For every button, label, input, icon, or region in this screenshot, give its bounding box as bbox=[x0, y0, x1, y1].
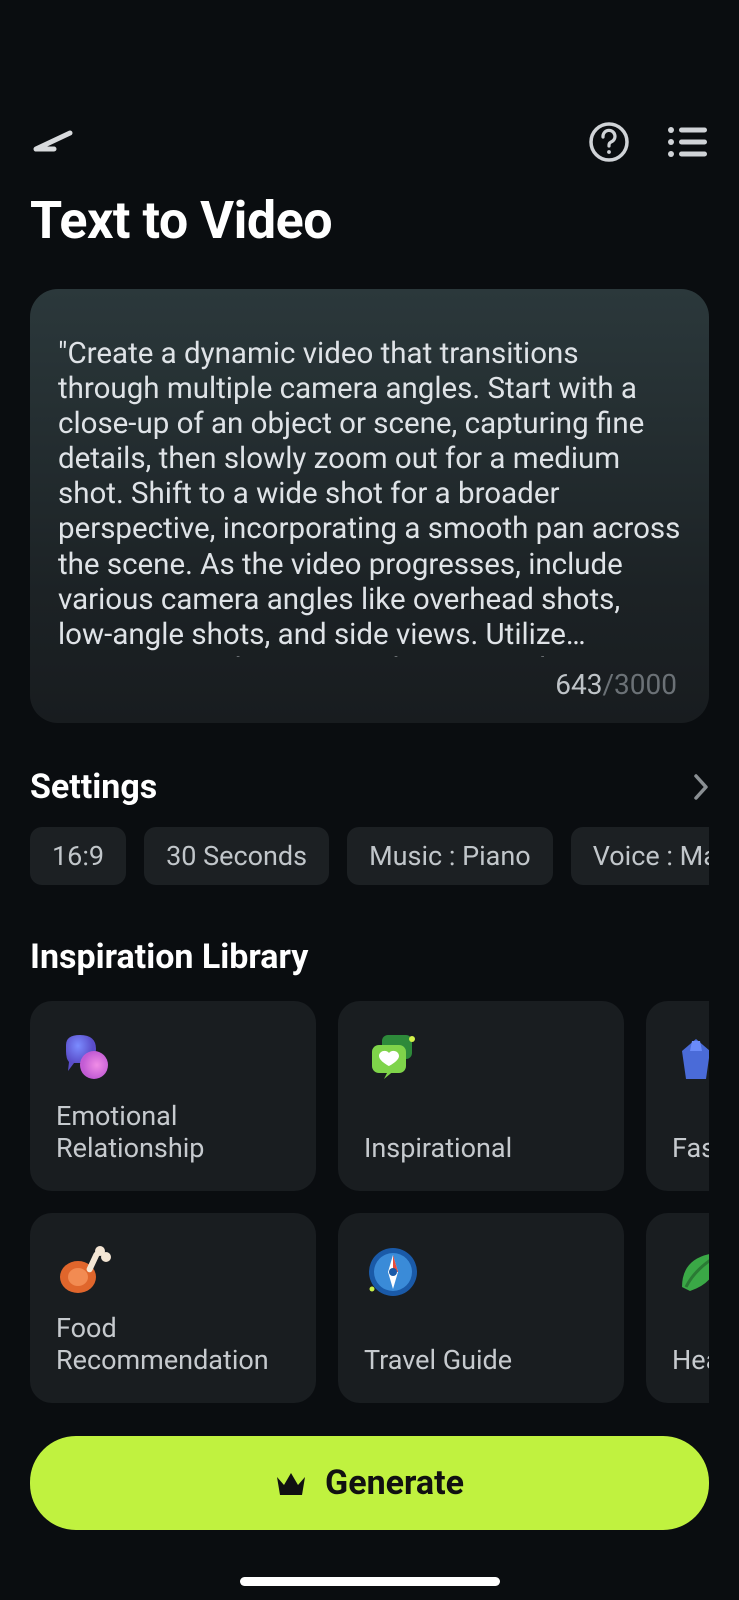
chevron-right-icon bbox=[693, 773, 709, 801]
chip-music[interactable]: Music : Piano bbox=[347, 827, 553, 885]
char-counter: 643/3000 bbox=[555, 668, 677, 701]
meat-icon bbox=[56, 1243, 114, 1301]
card-label: Emotional Relationship bbox=[56, 1101, 290, 1165]
generate-label: Generate bbox=[325, 1463, 464, 1503]
help-icon bbox=[588, 121, 630, 163]
chip-aspect-ratio[interactable]: 16:9 bbox=[30, 827, 126, 885]
card-food-recommendation[interactable]: Food Recommendation bbox=[30, 1213, 316, 1403]
card-label: Travel Guide bbox=[364, 1345, 598, 1377]
home-indicator[interactable] bbox=[240, 1577, 500, 1586]
top-bar bbox=[30, 0, 709, 184]
char-max: /3000 bbox=[603, 668, 678, 701]
card-label: Inspirational bbox=[364, 1133, 598, 1165]
char-count: 643 bbox=[555, 668, 602, 701]
menu-button[interactable] bbox=[665, 120, 709, 164]
list-icon bbox=[667, 125, 707, 159]
heart-chat-icon bbox=[364, 1031, 422, 1089]
prompt-text: "Create a dynamic video that transitions… bbox=[58, 337, 681, 657]
card-inspirational[interactable]: Inspirational bbox=[338, 1001, 624, 1191]
library-row-1: Emotional Relationship Inspirational bbox=[30, 1001, 709, 1191]
generate-button[interactable]: Generate bbox=[30, 1436, 709, 1530]
library-row-2: Food Recommendation Travel Guide bbox=[30, 1213, 709, 1403]
page-title: Text to Video bbox=[30, 190, 709, 251]
compass-icon bbox=[364, 1243, 422, 1301]
settings-title: Settings bbox=[30, 767, 157, 807]
fashion-icon bbox=[672, 1031, 709, 1089]
card-label: Food Recommendation bbox=[56, 1313, 290, 1377]
card-fashion[interactable]: Fash bbox=[646, 1001, 709, 1191]
prompt-input[interactable]: "Create a dynamic video that transitions… bbox=[30, 289, 709, 723]
chip-duration[interactable]: 30 Seconds bbox=[144, 827, 329, 885]
back-button[interactable] bbox=[30, 120, 74, 164]
card-label: Fash bbox=[672, 1133, 709, 1165]
card-emotional-relationship[interactable]: Emotional Relationship bbox=[30, 1001, 316, 1191]
help-button[interactable] bbox=[587, 120, 631, 164]
crown-icon bbox=[275, 1469, 307, 1497]
chip-voice[interactable]: Voice : Marcus bbox=[571, 827, 709, 885]
card-health[interactable]: Heal bbox=[646, 1213, 709, 1403]
back-arrow-icon bbox=[30, 127, 74, 157]
chat-bubble-icon bbox=[56, 1031, 114, 1089]
library-title: Inspiration Library bbox=[30, 937, 709, 977]
leaf-icon bbox=[672, 1243, 709, 1301]
card-travel-guide[interactable]: Travel Guide bbox=[338, 1213, 624, 1403]
settings-section: Settings 16:9 30 Seconds Music : Piano V… bbox=[30, 767, 709, 885]
settings-header[interactable]: Settings bbox=[30, 767, 709, 807]
settings-chips: 16:9 30 Seconds Music : Piano Voice : Ma… bbox=[30, 827, 709, 885]
card-label: Heal bbox=[672, 1345, 709, 1377]
